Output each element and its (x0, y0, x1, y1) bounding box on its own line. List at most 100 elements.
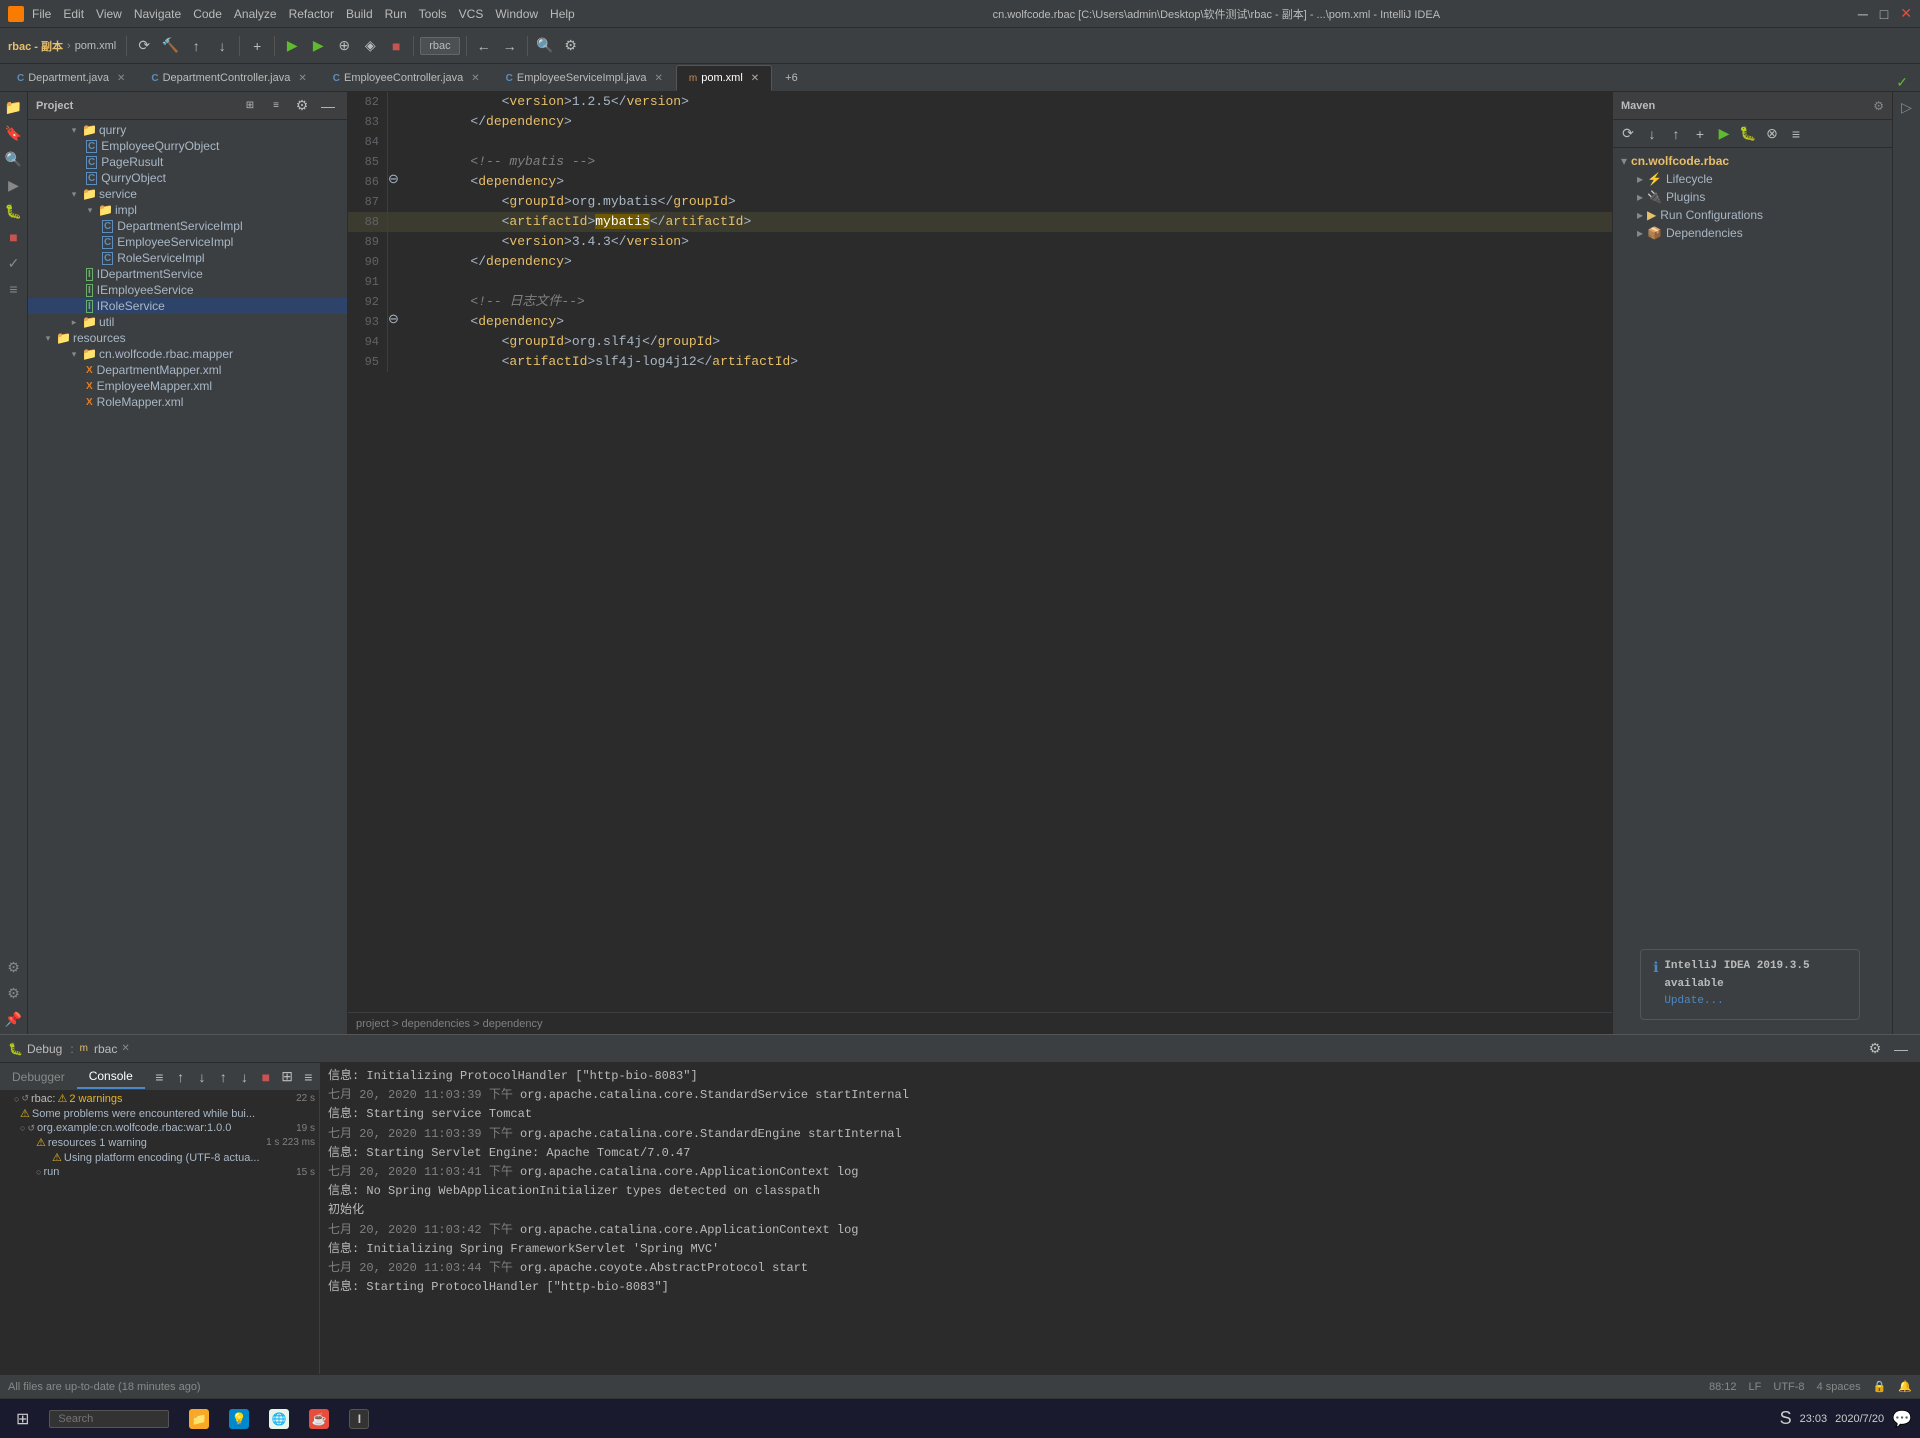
download-button[interactable]: ↓ (211, 35, 233, 57)
tree-item-iempservice[interactable]: I IEmployeeService (28, 282, 347, 298)
sidebar-icon-debug[interactable]: 🐛 (3, 200, 25, 222)
debug-settings-icon[interactable]: ⚙ (1864, 1038, 1886, 1060)
taskbar-java[interactable]: ☕ (301, 1403, 337, 1435)
taskbar-search[interactable] (41, 1403, 177, 1435)
update-button[interactable]: ↑ (185, 35, 207, 57)
tree-item-impl[interactable]: ▾ 📁 impl (28, 202, 347, 218)
sidebar-icon-stop[interactable]: ■ (3, 226, 25, 248)
debug-tab-icon-7[interactable]: ≡ (298, 1066, 319, 1088)
tree-item-mapper-folder[interactable]: ▾ 📁 cn.wolfcode.rbac.mapper (28, 346, 347, 362)
taskbar-browser[interactable]: 🌐 (261, 1403, 297, 1435)
maven-collapse-button[interactable]: ≡ (1785, 123, 1807, 145)
menu-code[interactable]: Code (193, 7, 222, 21)
compact-dirs[interactable]: ≡ (265, 95, 287, 117)
menu-file[interactable]: File (32, 7, 51, 21)
debug-console[interactable]: 信息: Initializing ProtocolHandler ["http-… (320, 1063, 1920, 1374)
sidebar-icon-settings[interactable]: ⚙ (3, 982, 25, 1004)
run-button-green[interactable]: ▶ (281, 35, 303, 57)
close-panel[interactable]: — (317, 95, 339, 117)
scope-toggle[interactable]: ⊞ (239, 95, 261, 117)
tab-employee-controller[interactable]: C EmployeeController.java ✕ (320, 65, 493, 91)
tree-item-service[interactable]: ▾ 📁 service (28, 186, 347, 202)
tree-item-empmapper[interactable]: X EmployeeMapper.xml (28, 378, 347, 394)
tab-close[interactable]: ✕ (298, 73, 306, 84)
build-button[interactable]: 🔨 (159, 35, 181, 57)
maven-sources-button[interactable]: ↑ (1665, 123, 1687, 145)
maven-item-root[interactable]: ▾ cn.wolfcode.rbac (1613, 152, 1892, 170)
menu-vcs[interactable]: VCS (459, 7, 484, 21)
debug-tab-console[interactable]: Console (77, 1065, 145, 1089)
taskbar-intellij[interactable]: 💡 (221, 1403, 257, 1435)
maven-item-plugins[interactable]: ▸ 🔌 Plugins (1613, 188, 1892, 206)
tab-close[interactable]: ✕ (751, 73, 759, 84)
profile-button[interactable]: ◈ (359, 35, 381, 57)
taskbar-file-explorer[interactable]: 📁 (181, 1403, 217, 1435)
maven-run-button[interactable]: ▶ (1713, 123, 1735, 145)
maven-item-dependencies[interactable]: ▸ 📦 Dependencies (1613, 224, 1892, 242)
indent-label[interactable]: 4 spaces (1817, 1381, 1861, 1393)
search-everywhere-button[interactable]: 🔍 (534, 35, 556, 57)
taskbar-intellij-2[interactable]: I (341, 1403, 377, 1435)
menu-tools[interactable]: Tools (419, 7, 447, 21)
sidebar-icon-structure[interactable]: ≡ (3, 278, 25, 300)
debug-tab-icon-4[interactable]: ↑ (213, 1066, 234, 1088)
maven-settings-button[interactable]: ⚙ (1873, 99, 1884, 113)
tab-department-controller[interactable]: C DepartmentController.java ✕ (138, 65, 319, 91)
menu-edit[interactable]: Edit (63, 7, 84, 21)
back-button[interactable]: ← (473, 35, 495, 57)
tree-item-roleserviceimpl[interactable]: C RoleServiceImpl (28, 250, 347, 266)
debug-tab-icon-2[interactable]: ↑ (170, 1066, 191, 1088)
tab-pom-xml[interactable]: m pom.xml ✕ (676, 65, 772, 91)
sidebar-icon-bookmarks[interactable]: 🔖 (3, 122, 25, 144)
tree-item-pageresult[interactable]: C PageRusult (28, 154, 347, 170)
tree-item-qurry[interactable]: ▾ 📁 qurry (28, 122, 347, 138)
tree-item-ideptservice[interactable]: I IDepartmentService (28, 266, 347, 282)
maven-skip-button[interactable]: ⊗ (1761, 123, 1783, 145)
sidebar-icon-search[interactable]: 🔍 (3, 148, 25, 170)
debug-tree-item-rbac[interactable]: ○ ↺ rbac: ⚠ 2 warnings 22 s (0, 1091, 319, 1106)
minimize-button[interactable]: ─ (1858, 6, 1868, 22)
tree-item-rolemapper[interactable]: X RoleMapper.xml (28, 394, 347, 410)
tab-close[interactable]: ✕ (654, 73, 662, 84)
tree-item-util[interactable]: ▸ 📁 util (28, 314, 347, 330)
debug-tab-icon-5[interactable]: ↓ (234, 1066, 255, 1088)
sidebar-icon-maven2[interactable]: ⚙ (3, 956, 25, 978)
maven-reload-button[interactable]: ⟳ (1617, 123, 1639, 145)
run-config-selector[interactable]: rbac (420, 37, 459, 55)
tree-item-qurryobject[interactable]: C QurryObject (28, 170, 347, 186)
tab-employee-service-impl[interactable]: C EmployeeServiceImpl.java ✕ (493, 65, 676, 91)
menu-run[interactable]: Run (385, 7, 407, 21)
stop-button[interactable]: ■ (385, 35, 407, 57)
menu-analyze[interactable]: Analyze (234, 7, 277, 21)
menu-view[interactable]: View (96, 7, 122, 21)
tree-item-deptmapper[interactable]: X DepartmentMapper.xml (28, 362, 347, 378)
maven-download-button[interactable]: ↓ (1641, 123, 1663, 145)
menu-navigate[interactable]: Navigate (134, 7, 181, 21)
close-button[interactable]: ✕ (1900, 5, 1912, 22)
cursor-position[interactable]: 88:12 (1709, 1381, 1737, 1393)
debug-tree-item-warn1[interactable]: ⚠ Some problems were encountered while b… (0, 1106, 319, 1121)
debug-tree-item-war[interactable]: ○ ↺ org.example:cn.wolfcode.rbac:war:1.0… (0, 1121, 319, 1135)
notification-center-icon[interactable]: 💬 (1892, 1409, 1912, 1429)
menu-refactor[interactable]: Refactor (289, 7, 334, 21)
forward-button[interactable]: → (499, 35, 521, 57)
tab-department-java[interactable]: C Department.java ✕ (4, 65, 138, 91)
coverage-button[interactable]: ⊕ (333, 35, 355, 57)
debug-tree-item-run[interactable]: ○ run 15 s (0, 1165, 319, 1179)
tree-item-deptserviceimpl[interactable]: C DepartmentServiceImpl (28, 218, 347, 234)
start-button[interactable]: ⊞ (8, 1403, 37, 1435)
ime-icon[interactable]: S (1780, 1408, 1792, 1429)
maven-item-run-configs[interactable]: ▸ ▶ Run Configurations (1613, 206, 1892, 224)
sidebar-icon-pin[interactable]: 📌 (3, 1008, 25, 1030)
debug-tree-item-encoding[interactable]: ⚠ Using platform encoding (UTF-8 actua..… (0, 1150, 319, 1165)
settings-button[interactable]: ⚙ (560, 35, 582, 57)
sync-button[interactable]: ⟳ (133, 35, 155, 57)
add-button[interactable]: + (246, 35, 268, 57)
code-editor[interactable]: 82 <version>1.2.5</version> 83 </depende… (348, 92, 1612, 1012)
tab-more[interactable]: +6 (772, 65, 811, 91)
sidebar-icon-run[interactable]: ▶ (3, 174, 25, 196)
maven-add-button[interactable]: + (1689, 123, 1711, 145)
tab-close[interactable]: ✕ (117, 73, 125, 84)
tab-close[interactable]: ✕ (471, 73, 479, 84)
line-separator[interactable]: LF (1749, 1381, 1762, 1393)
